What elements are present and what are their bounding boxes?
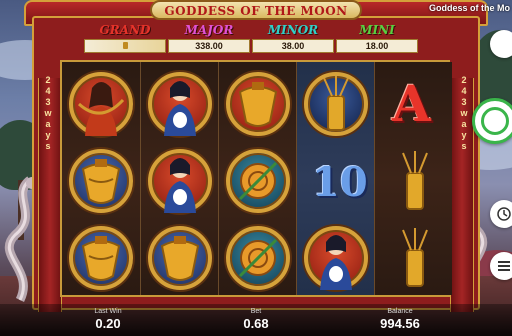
bet-label: Bet xyxy=(250,308,262,315)
jackpot-label: MAJOR xyxy=(184,23,234,37)
jackpot-value: 38.00 xyxy=(252,39,334,53)
settings-button[interactable] xyxy=(490,30,512,58)
ten-symbol: 10 xyxy=(312,159,368,206)
last-win: Last Win 0.20 xyxy=(84,307,132,332)
spin-button[interactable] xyxy=(472,98,512,144)
balance-value: 994.56 xyxy=(380,316,420,331)
reel-3 xyxy=(218,62,296,295)
reel-4: 10 xyxy=(296,62,374,295)
jackpot-value xyxy=(84,39,166,53)
reel-grid: 10 A xyxy=(60,60,452,297)
bet[interactable]: Bet 0.68 xyxy=(232,307,280,332)
symbol-mooncake xyxy=(222,145,294,217)
jackpot-value: 338.00 xyxy=(168,39,250,53)
jackpot-minor: MINOR 38.00 xyxy=(252,22,334,56)
jackpot-label: MINI xyxy=(359,23,395,37)
symbol-ace: A xyxy=(378,68,450,140)
menu-button[interactable] xyxy=(490,252,512,280)
ways-indicator-left: 2 4 3 w a y s xyxy=(44,75,52,151)
symbol-arrow-quiver xyxy=(378,145,450,217)
game-title: GODDESS OF THE MOON xyxy=(164,4,348,18)
lock-icon xyxy=(122,42,128,49)
reel-5: A xyxy=(374,62,452,295)
menu-icon xyxy=(498,261,510,271)
jackpot-mini: MINI 18.00 xyxy=(336,22,418,56)
balance-label: Balance xyxy=(387,308,413,315)
symbol-golden-lantern xyxy=(144,222,216,294)
jackpot-label: GRAND xyxy=(99,23,151,37)
symbol-mooncake xyxy=(222,222,294,294)
autoplay-button[interactable] xyxy=(490,200,512,228)
bet-value: 0.68 xyxy=(243,316,269,331)
symbol-golden-lantern xyxy=(222,68,294,140)
last-win-value: 0.20 xyxy=(95,316,121,331)
game-title-banner: GODDESS OF THE MOON xyxy=(150,0,362,20)
symbol-golden-lantern xyxy=(65,222,137,294)
symbol-goddess-with-rabbit xyxy=(144,68,216,140)
ace-symbol: A xyxy=(392,74,431,133)
symbol-goddess-with-rabbit xyxy=(300,222,372,294)
status-bar: Last Win 0.20 Bet 0.68 Balance 994.56 xyxy=(0,304,512,336)
reel-1 xyxy=(62,62,140,295)
autoplay-icon xyxy=(497,207,511,221)
symbol-arrow-quiver xyxy=(378,222,450,294)
jackpot-bar: GRAND MAJOR 338.00 MINOR 38.00 MINI 18.0… xyxy=(84,22,418,56)
game-name-label: Goddess of the Mo xyxy=(429,3,510,13)
symbol-warrior-woman xyxy=(65,68,137,140)
last-win-label: Last Win xyxy=(94,308,122,315)
balance: Balance 994.56 xyxy=(370,307,430,332)
jackpot-label: MINOR xyxy=(267,23,319,37)
spin-icon xyxy=(481,107,509,135)
jackpot-grand: GRAND xyxy=(84,22,166,56)
symbol-goddess-with-rabbit xyxy=(144,145,216,217)
jackpot-major: MAJOR 338.00 xyxy=(168,22,250,56)
symbol-ten: 10 xyxy=(300,145,372,217)
reel-2 xyxy=(140,62,218,295)
jackpot-value: 18.00 xyxy=(336,39,418,53)
symbol-arrow-quiver xyxy=(300,68,372,140)
symbol-golden-lantern xyxy=(65,145,137,217)
